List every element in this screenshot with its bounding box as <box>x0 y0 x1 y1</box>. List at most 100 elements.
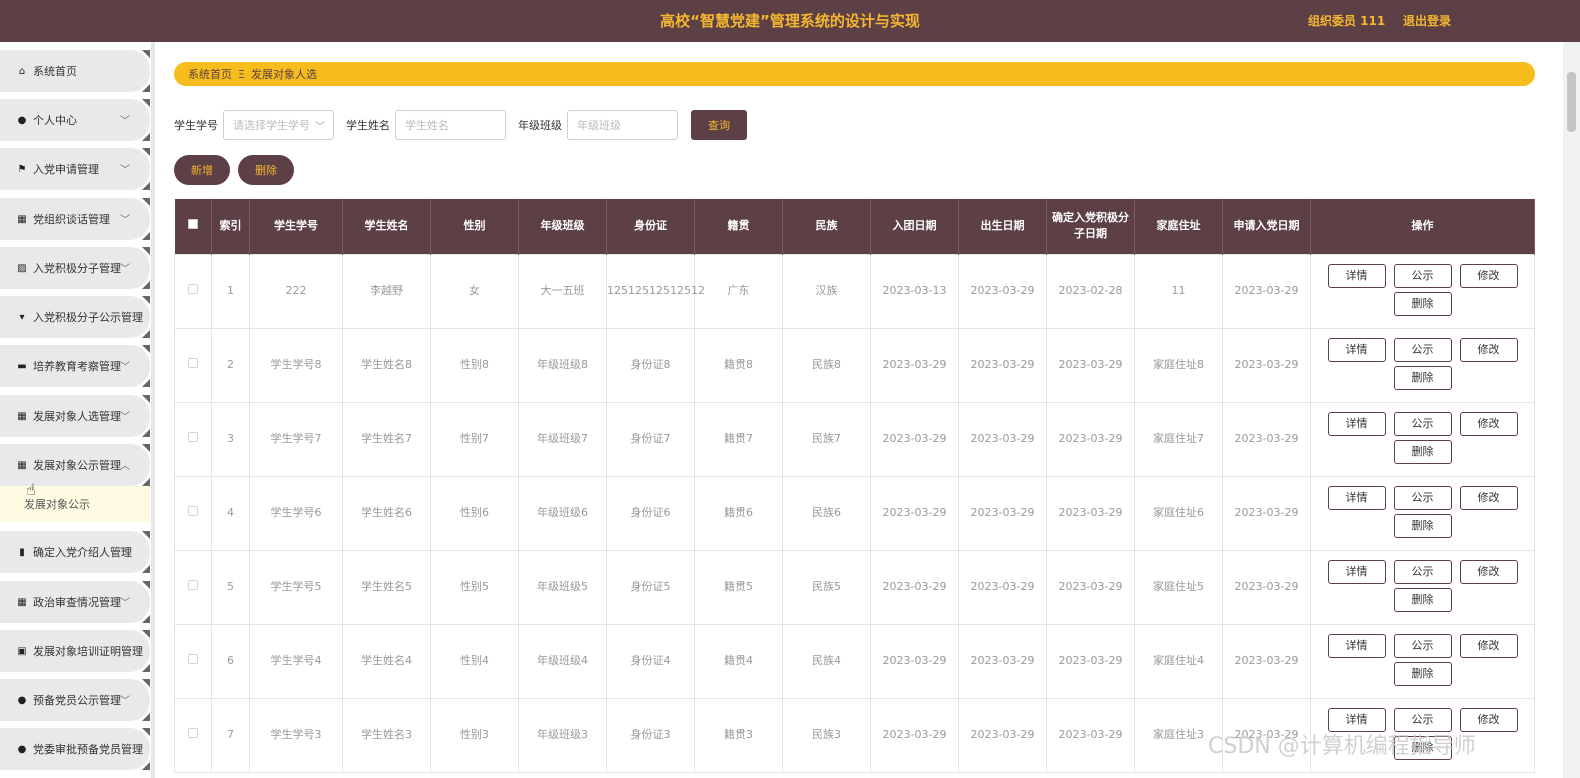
table-cell: 民族5 <box>782 549 871 625</box>
table-cell: 年级班级8 <box>518 327 607 403</box>
detail-button[interactable]: 详情 <box>1327 412 1386 436</box>
table-cell: 学生姓名4 <box>342 623 431 699</box>
row-checkbox[interactable] <box>188 432 198 442</box>
row-select-cell <box>174 401 212 477</box>
table-cell: 2023-03-29 <box>870 623 959 699</box>
grid-icon: ▦ <box>17 596 27 608</box>
row-checkbox[interactable] <box>188 580 198 590</box>
sidebar-item[interactable]: ▦ 发展对象人选管理 ﹀ <box>0 395 150 437</box>
table-cell: 女 <box>430 253 519 329</box>
submenu-item[interactable]: 发展对象公示 <box>0 486 150 522</box>
row-actions: 详情 公示 修改 删除 <box>1310 253 1535 329</box>
table-cell: 民族4 <box>782 623 871 699</box>
edit-button[interactable]: 修改 <box>1459 634 1518 658</box>
delete-button[interactable]: 删除 <box>1393 514 1452 538</box>
table-cell: 李越野 <box>342 253 431 329</box>
delete-button[interactable]: 删除 <box>1393 588 1452 612</box>
delete-button[interactable]: 删除 <box>1393 366 1452 390</box>
sidebar-item[interactable]: ▾ 入党积极分子公示管理 <box>0 296 150 338</box>
select-all-header[interactable] <box>174 199 212 254</box>
table-cell: 身份证4 <box>606 623 695 699</box>
row-checkbox[interactable] <box>188 506 198 516</box>
sidebar-item-label: 系统首页 <box>33 65 77 78</box>
add-button[interactable]: 新增 <box>174 155 230 185</box>
query-button[interactable]: 查询 <box>691 110 747 140</box>
chevron-icon: ﹀ <box>120 696 130 707</box>
sidebar-item[interactable]: ▦ 党组织谈话管理 ﹀ <box>0 198 150 240</box>
detail-button[interactable]: 详情 <box>1327 634 1386 658</box>
current-user[interactable]: 组织委员 111 <box>1308 0 1385 42</box>
class-input[interactable]: 年级班级 <box>567 110 678 140</box>
table-cell: 广东 <box>694 253 783 329</box>
detail-button[interactable]: 详情 <box>1327 486 1386 510</box>
delete-button[interactable]: 删除 <box>1393 440 1452 464</box>
sidebar-item[interactable]: ▦ 发展对象公示管理 ︿ <box>0 444 150 486</box>
table-cell: 2 <box>211 327 250 403</box>
sidebar-item-label: 党委审批预备党员管理 <box>33 743 143 756</box>
batch-delete-button[interactable]: 删除 <box>238 155 294 185</box>
sidebar-item[interactable]: ▮ 确定入党介绍人管理 ﹀ <box>0 531 150 573</box>
sidebar-item[interactable]: ▨ 入党积极分子管理 ﹀ <box>0 247 150 289</box>
scrollbar-thumb[interactable] <box>1567 72 1576 132</box>
table-cell: 3 <box>211 401 250 477</box>
breadcrumb-current: 发展对象人选 <box>250 68 317 81</box>
sidebar-item[interactable]: ▣ 发展对象培训证明管理 <box>0 630 150 672</box>
select-all-checkbox[interactable] <box>187 219 198 230</box>
publicize-button[interactable]: 公示 <box>1393 486 1452 510</box>
row-checkbox[interactable] <box>188 728 198 738</box>
sidebar-item-label: 培养教育考察管理 <box>33 360 121 373</box>
column-header: 籍贯 <box>694 199 783 254</box>
sidebar-item[interactable]: ▬ 培养教育考察管理 ﹀ <box>0 345 150 387</box>
table-cell: 5 <box>211 549 250 625</box>
publicize-button[interactable]: 公示 <box>1393 560 1452 584</box>
table-cell: 家庭住址7 <box>1134 401 1223 477</box>
class-label: 年级班级 <box>518 119 562 132</box>
edit-button[interactable]: 修改 <box>1459 486 1518 510</box>
sidebar-item[interactable]: ● 个人中心 ﹀ <box>0 99 150 141</box>
publicize-button[interactable]: 公示 <box>1393 264 1452 288</box>
edit-button[interactable]: 修改 <box>1459 338 1518 362</box>
column-header: 学生学号 <box>249 199 343 254</box>
sidebar-item[interactable]: ⚑ 入党申请管理 ﹀ <box>0 148 150 190</box>
delete-button[interactable]: 删除 <box>1393 292 1452 316</box>
student-id-label: 学生学号 <box>174 119 218 132</box>
row-select-cell <box>174 697 212 773</box>
sidebar-item-label: 预备党员公示管理 <box>33 694 121 707</box>
chevron-icon: ﹀ <box>120 362 130 373</box>
table-cell: 籍贯8 <box>694 327 783 403</box>
sidebar-item-label: 发展对象培训证明管理 <box>33 645 143 658</box>
sidebar-item[interactable]: ● 预备党员公示管理 ﹀ <box>0 679 150 721</box>
edit-button[interactable]: 修改 <box>1459 264 1518 288</box>
breadcrumb-home[interactable]: 系统首页 <box>188 66 232 82</box>
detail-button[interactable]: 详情 <box>1327 560 1386 584</box>
table-cell: 性别5 <box>430 549 519 625</box>
sidebar-item[interactable]: ▦ 政治审查情况管理 ﹀ <box>0 581 150 623</box>
sidebar-item[interactable]: ⌂ 系统首页 <box>0 50 150 92</box>
edit-button[interactable]: 修改 <box>1459 560 1518 584</box>
table-cell: 民族3 <box>782 697 871 773</box>
bar-chart-icon: ▮ <box>19 546 25 558</box>
table-cell: 家庭住址4 <box>1134 623 1223 699</box>
table-cell: 籍贯5 <box>694 549 783 625</box>
student-id-select[interactable]: 请选择学生学号 ﹀ <box>223 110 334 140</box>
detail-button[interactable]: 详情 <box>1327 338 1386 362</box>
row-checkbox[interactable] <box>188 284 198 294</box>
row-checkbox[interactable] <box>188 358 198 368</box>
sidebar-item[interactable]: ● 党委审批预备党员管理 <box>0 728 150 770</box>
publicize-button[interactable]: 公示 <box>1393 412 1452 436</box>
delete-button[interactable]: 删除 <box>1393 662 1452 686</box>
publicize-button[interactable]: 公示 <box>1393 338 1452 362</box>
table-cell: 家庭住址6 <box>1134 475 1223 551</box>
logout-link[interactable]: 退出登录 <box>1403 0 1451 42</box>
student-name-input[interactable]: 学生姓名 <box>395 110 506 140</box>
row-checkbox[interactable] <box>188 654 198 664</box>
row-actions: 详情 公示 修改 删除 <box>1310 623 1535 699</box>
publicize-button[interactable]: 公示 <box>1393 634 1452 658</box>
detail-button[interactable]: 详情 <box>1327 264 1386 288</box>
column-header: 学生姓名 <box>342 199 431 254</box>
edit-button[interactable]: 修改 <box>1459 412 1518 436</box>
student-name-placeholder: 学生姓名 <box>405 119 449 132</box>
table-cell: 2023-03-29 <box>1046 697 1135 773</box>
table-cell: 性别3 <box>430 697 519 773</box>
page-scrollbar[interactable] <box>1563 42 1580 778</box>
